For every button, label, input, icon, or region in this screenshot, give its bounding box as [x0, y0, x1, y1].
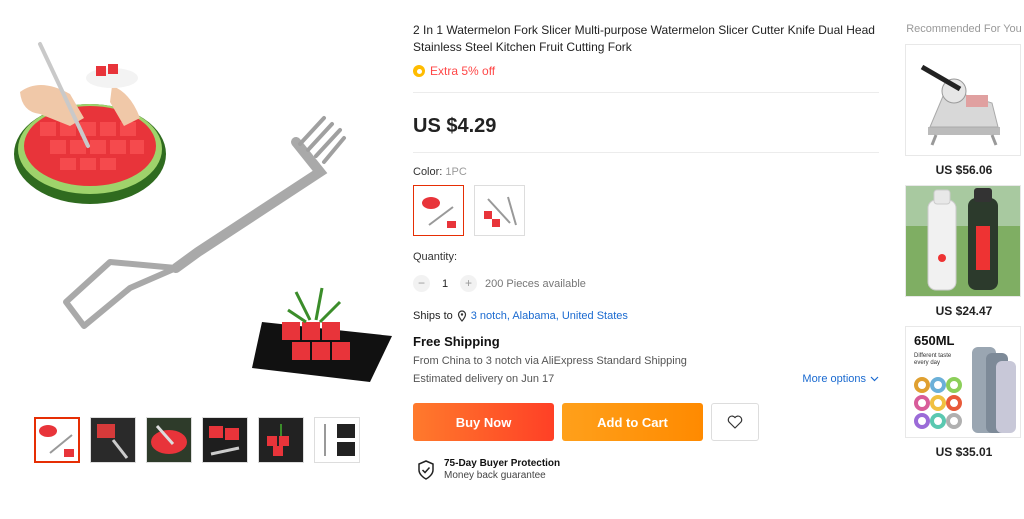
- recommended-item[interactable]: 650ML Different taste every day US $35.0…: [905, 326, 1023, 459]
- shield-check-icon: [418, 459, 434, 480]
- add-to-cart-button[interactable]: Add to Cart: [562, 403, 703, 441]
- recommended-item-image: 650ML Different taste every day: [905, 326, 1021, 438]
- stock-available: 200 Pieces available: [485, 277, 586, 290]
- thumbnail-1[interactable]: [34, 417, 80, 463]
- product-info: 2 In 1 Watermelon Fork Slicer Multi-purp…: [413, 22, 879, 481]
- recommended-item-price: US $24.47: [935, 304, 993, 318]
- ship-location-link[interactable]: 3 notch, Alabama, United States: [471, 310, 628, 322]
- divider: [413, 92, 879, 93]
- ships-to: Ships to 3 notch, Alabama, United States: [413, 310, 628, 322]
- recommended-item-image: [905, 44, 1021, 156]
- promo-text: Extra 5% off: [430, 64, 496, 78]
- recommended-item-price: US $35.01: [935, 445, 993, 459]
- buy-now-button[interactable]: Buy Now: [413, 403, 554, 441]
- color-swatch-1[interactable]: [413, 185, 464, 236]
- color-swatch-2[interactable]: [474, 185, 525, 236]
- recommended-item-price: US $56.06: [935, 163, 993, 177]
- thumbnail-3[interactable]: [146, 417, 192, 463]
- free-shipping: Free Shipping: [413, 334, 500, 349]
- color-swatches: [413, 185, 879, 236]
- increase-button[interactable]: +: [460, 275, 477, 292]
- protection-title: 75-Day Buyer Protection: [444, 458, 561, 469]
- promo-badge[interactable]: Extra 5% off: [413, 64, 879, 78]
- buyer-protection: 75-Day Buyer Protection Money back guara…: [417, 458, 560, 481]
- product-price: US $4.29: [413, 115, 497, 137]
- quantity-label: Quantity:: [413, 251, 458, 263]
- product-title: 2 In 1 Watermelon Fork Slicer Multi-purp…: [413, 23, 875, 54]
- thumbnail-6[interactable]: [314, 417, 360, 463]
- more-options-link[interactable]: More options: [802, 373, 879, 385]
- protection-subtitle: Money back guarantee: [444, 470, 546, 481]
- quantity-stepper: − 1 + 200 Pieces available: [413, 275, 879, 292]
- thumbnail-4[interactable]: [202, 417, 248, 463]
- purchase-actions: Buy Now Add to Cart: [413, 403, 759, 441]
- shipping-route: From China to 3 notch via AliExpress Sta…: [413, 355, 687, 367]
- color-value: 1PC: [445, 166, 467, 178]
- quantity-value[interactable]: 1: [430, 278, 460, 290]
- thumbnail-5[interactable]: [258, 417, 304, 463]
- main-product-image[interactable]: [0, 22, 400, 402]
- recommended-item-image: [905, 185, 1021, 297]
- thumbnail-strip: [34, 417, 360, 463]
- color-label: Color: 1PC: [413, 166, 467, 178]
- chevron-down-icon: [870, 376, 879, 382]
- recommended-panel: Recommended For You US $56.06 US $24.47 …: [905, 22, 1023, 459]
- wishlist-button[interactable]: [711, 403, 759, 441]
- heart-icon: [727, 415, 743, 429]
- recommended-title: Recommended For You: [906, 23, 1022, 35]
- coin-icon: [413, 65, 425, 77]
- decrease-button[interactable]: −: [413, 275, 430, 292]
- recommended-item[interactable]: US $24.47: [905, 185, 1023, 318]
- thumbnail-2[interactable]: [90, 417, 136, 463]
- location-pin-icon: [457, 310, 466, 322]
- recommended-item[interactable]: US $56.06: [905, 44, 1023, 177]
- divider: [413, 152, 879, 153]
